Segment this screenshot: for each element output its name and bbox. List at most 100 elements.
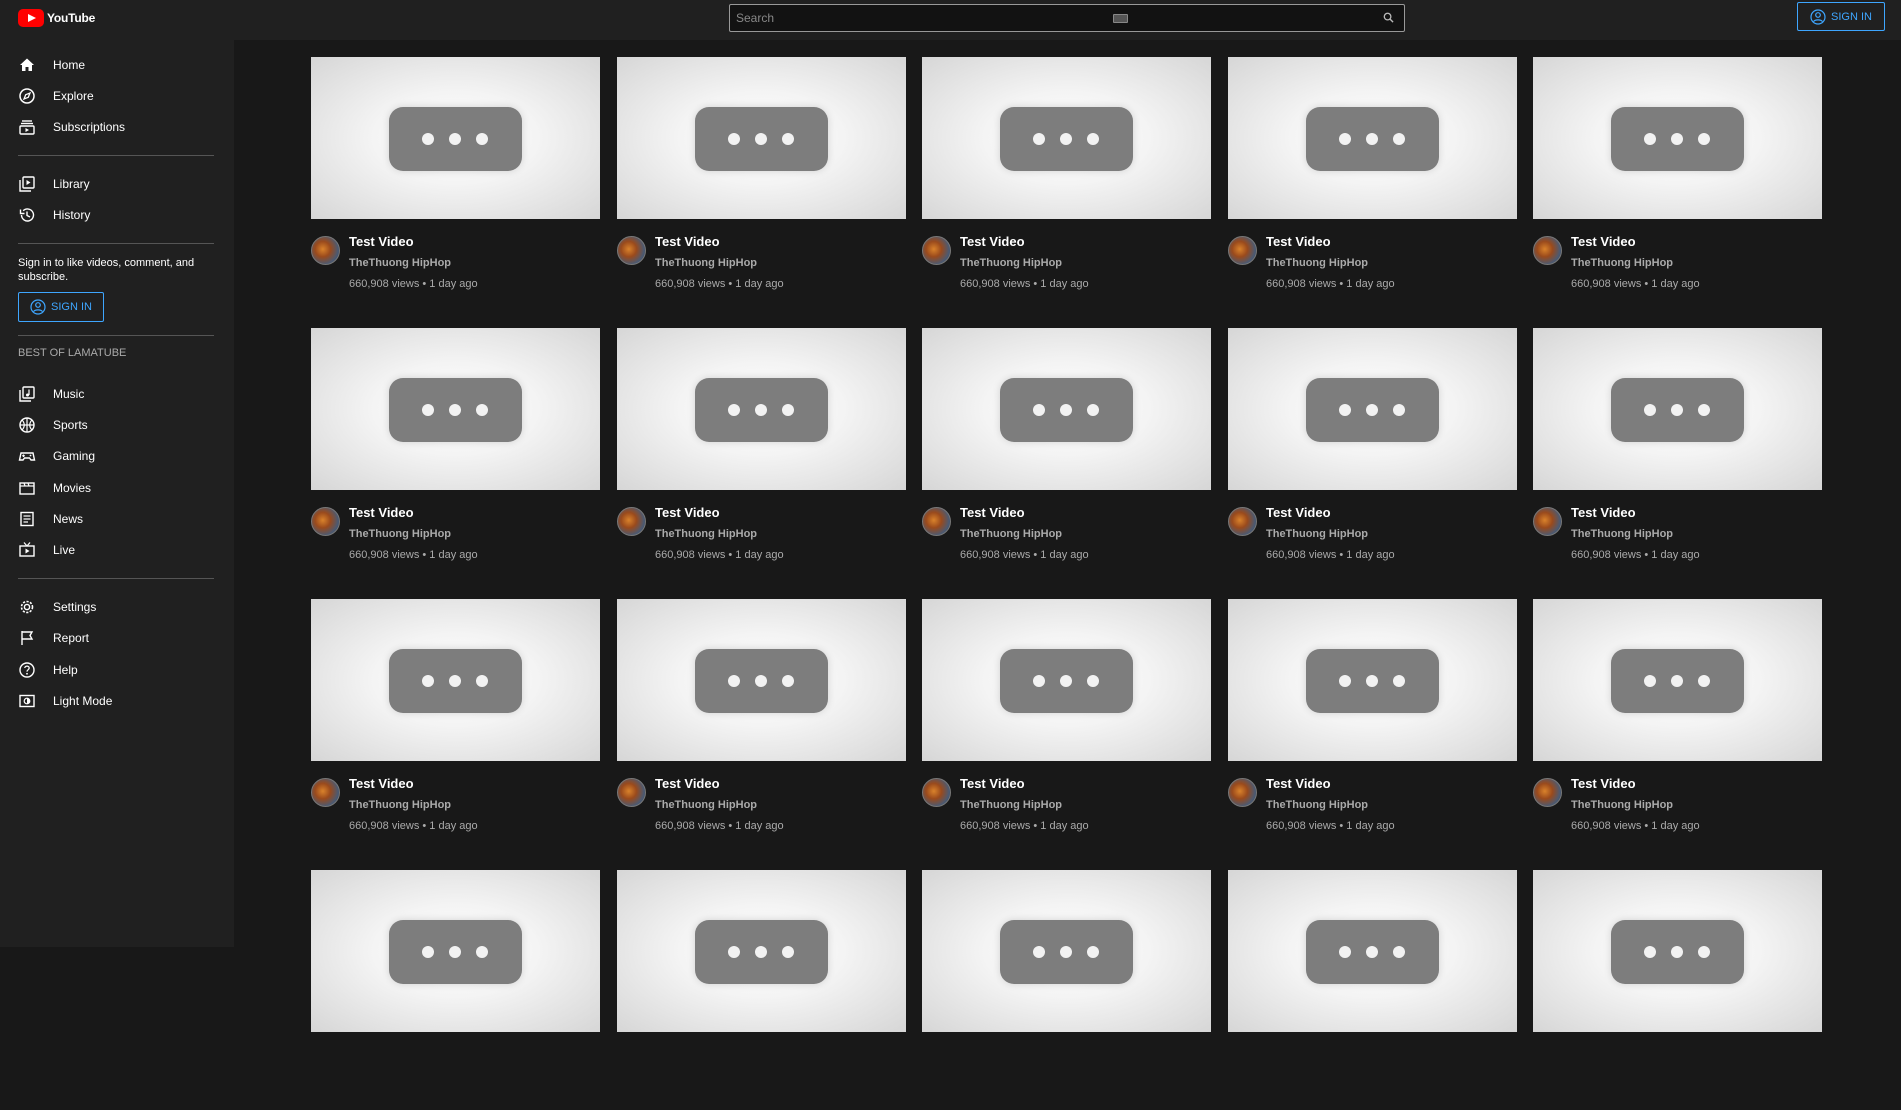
channel-avatar[interactable] <box>1533 778 1562 807</box>
video-title[interactable]: Test Video <box>655 505 720 520</box>
channel-avatar[interactable] <box>1533 507 1562 536</box>
video-thumbnail[interactable] <box>617 328 906 490</box>
video-thumbnail[interactable] <box>922 599 1211 761</box>
video-card[interactable]: Test Video TheThuong HipHop 660,908 views … <box>1533 328 1822 568</box>
sidebar-item-help[interactable]: Help <box>0 654 234 685</box>
sidebar-item-library[interactable]: Library <box>0 168 234 199</box>
channel-name[interactable]: TheThuong HipHop <box>1266 257 1368 269</box>
keyboard-icon[interactable] <box>1113 14 1128 23</box>
video-thumbnail[interactable] <box>311 599 600 761</box>
channel-avatar[interactable] <box>922 507 951 536</box>
channel-name[interactable]: TheThuong HipHop <box>960 257 1062 269</box>
sign-in-button[interactable]: SIGN IN <box>1797 2 1885 31</box>
video-card[interactable]: Test Video TheThuong HipHop 660,908 views … <box>922 599 1211 839</box>
sidebar-item-explore[interactable]: Explore <box>0 80 234 111</box>
channel-name[interactable]: TheThuong HipHop <box>1266 528 1368 540</box>
video-card[interactable]: Test Video TheThuong HipHop 660,908 views … <box>1533 599 1822 839</box>
video-title[interactable]: Test Video <box>655 776 720 791</box>
video-title[interactable]: Test Video <box>1266 234 1331 249</box>
channel-name[interactable]: TheThuong HipHop <box>349 799 451 811</box>
sidebar-item-light-mode[interactable]: Light Mode <box>0 685 234 716</box>
channel-avatar[interactable] <box>1533 236 1562 265</box>
sidebar-item-history[interactable]: History <box>0 199 234 230</box>
video-thumbnail[interactable] <box>922 328 1211 490</box>
channel-avatar[interactable] <box>617 778 646 807</box>
video-thumbnail[interactable] <box>922 870 1211 1032</box>
channel-avatar[interactable] <box>617 507 646 536</box>
channel-name[interactable]: TheThuong HipHop <box>1571 799 1673 811</box>
video-title[interactable]: Test Video <box>1266 776 1331 791</box>
video-title[interactable]: Test Video <box>1571 776 1636 791</box>
sidebar-item-gaming[interactable]: Gaming <box>0 440 234 471</box>
video-card[interactable]: Test Video TheThuong HipHop 660,908 views … <box>1533 57 1822 297</box>
channel-avatar[interactable] <box>922 778 951 807</box>
sidebar-item-report[interactable]: Report <box>0 622 234 653</box>
video-card[interactable]: Test Video TheThuong HipHop 660,908 views … <box>1228 57 1517 297</box>
video-thumbnail[interactable] <box>1228 57 1517 219</box>
video-title[interactable]: Test Video <box>349 234 414 249</box>
video-thumbnail[interactable] <box>922 57 1211 219</box>
video-card[interactable] <box>922 870 1211 1110</box>
channel-avatar[interactable] <box>311 507 340 536</box>
search-input[interactable] <box>736 9 1296 27</box>
channel-name[interactable]: TheThuong HipHop <box>349 528 451 540</box>
video-thumbnail[interactable] <box>1228 328 1517 490</box>
sidebar-sign-in-button[interactable]: SIGN IN <box>18 292 104 322</box>
video-title[interactable]: Test Video <box>960 776 1025 791</box>
video-title[interactable]: Test Video <box>960 234 1025 249</box>
video-card[interactable]: Test Video TheThuong HipHop 660,908 views … <box>1228 328 1517 568</box>
channel-avatar[interactable] <box>1228 778 1257 807</box>
video-thumbnail[interactable] <box>1533 57 1822 219</box>
video-card[interactable] <box>1533 870 1822 1110</box>
channel-name[interactable]: TheThuong HipHop <box>960 799 1062 811</box>
video-title[interactable]: Test Video <box>349 505 414 520</box>
channel-name[interactable]: TheThuong HipHop <box>655 528 757 540</box>
search-icon[interactable] <box>1383 12 1394 23</box>
channel-name[interactable]: TheThuong HipHop <box>1571 528 1673 540</box>
channel-avatar[interactable] <box>311 236 340 265</box>
video-card[interactable]: Test Video TheThuong HipHop 660,908 views … <box>1228 599 1517 839</box>
video-card[interactable] <box>311 870 600 1110</box>
video-card[interactable]: Test Video TheThuong HipHop 660,908 views … <box>617 57 906 297</box>
channel-name[interactable]: TheThuong HipHop <box>655 257 757 269</box>
video-card[interactable]: Test Video TheThuong HipHop 660,908 views … <box>311 599 600 839</box>
sidebar-item-news[interactable]: News <box>0 503 234 534</box>
video-thumbnail[interactable] <box>617 870 906 1032</box>
video-card[interactable]: Test Video TheThuong HipHop 660,908 views … <box>922 328 1211 568</box>
channel-name[interactable]: TheThuong HipHop <box>1571 257 1673 269</box>
video-thumbnail[interactable] <box>1533 599 1822 761</box>
video-card[interactable]: Test Video TheThuong HipHop 660,908 views … <box>311 57 600 297</box>
channel-name[interactable]: TheThuong HipHop <box>1266 799 1368 811</box>
sidebar-item-subscriptions[interactable]: Subscriptions <box>0 111 234 142</box>
channel-avatar[interactable] <box>1228 507 1257 536</box>
video-title[interactable]: Test Video <box>1571 234 1636 249</box>
sidebar-item-sports[interactable]: Sports <box>0 409 234 440</box>
youtube-logo[interactable]: YouTube <box>18 9 95 27</box>
channel-avatar[interactable] <box>311 778 340 807</box>
video-thumbnail[interactable] <box>1533 328 1822 490</box>
video-card[interactable]: Test Video TheThuong HipHop 660,908 views … <box>311 328 600 568</box>
channel-name[interactable]: TheThuong HipHop <box>960 528 1062 540</box>
video-title[interactable]: Test Video <box>655 234 720 249</box>
video-title[interactable]: Test Video <box>1266 505 1331 520</box>
video-thumbnail[interactable] <box>1228 870 1517 1032</box>
video-title[interactable]: Test Video <box>1571 505 1636 520</box>
sidebar-item-home[interactable]: Home <box>0 49 234 80</box>
video-card[interactable]: Test Video TheThuong HipHop 660,908 views … <box>617 599 906 839</box>
video-thumbnail[interactable] <box>617 599 906 761</box>
video-title[interactable]: Test Video <box>960 505 1025 520</box>
channel-name[interactable]: TheThuong HipHop <box>655 799 757 811</box>
sidebar-item-movies[interactable]: Movies <box>0 472 234 503</box>
video-thumbnail[interactable] <box>617 57 906 219</box>
video-thumbnail[interactable] <box>311 328 600 490</box>
channel-avatar[interactable] <box>617 236 646 265</box>
video-thumbnail[interactable] <box>1533 870 1822 1032</box>
video-card[interactable]: Test Video TheThuong HipHop 660,908 views … <box>922 57 1211 297</box>
channel-avatar[interactable] <box>922 236 951 265</box>
video-thumbnail[interactable] <box>311 870 600 1032</box>
video-card[interactable] <box>617 870 906 1110</box>
video-card[interactable] <box>1228 870 1517 1110</box>
video-title[interactable]: Test Video <box>349 776 414 791</box>
sidebar-item-settings[interactable]: Settings <box>0 591 234 622</box>
video-thumbnail[interactable] <box>1228 599 1517 761</box>
